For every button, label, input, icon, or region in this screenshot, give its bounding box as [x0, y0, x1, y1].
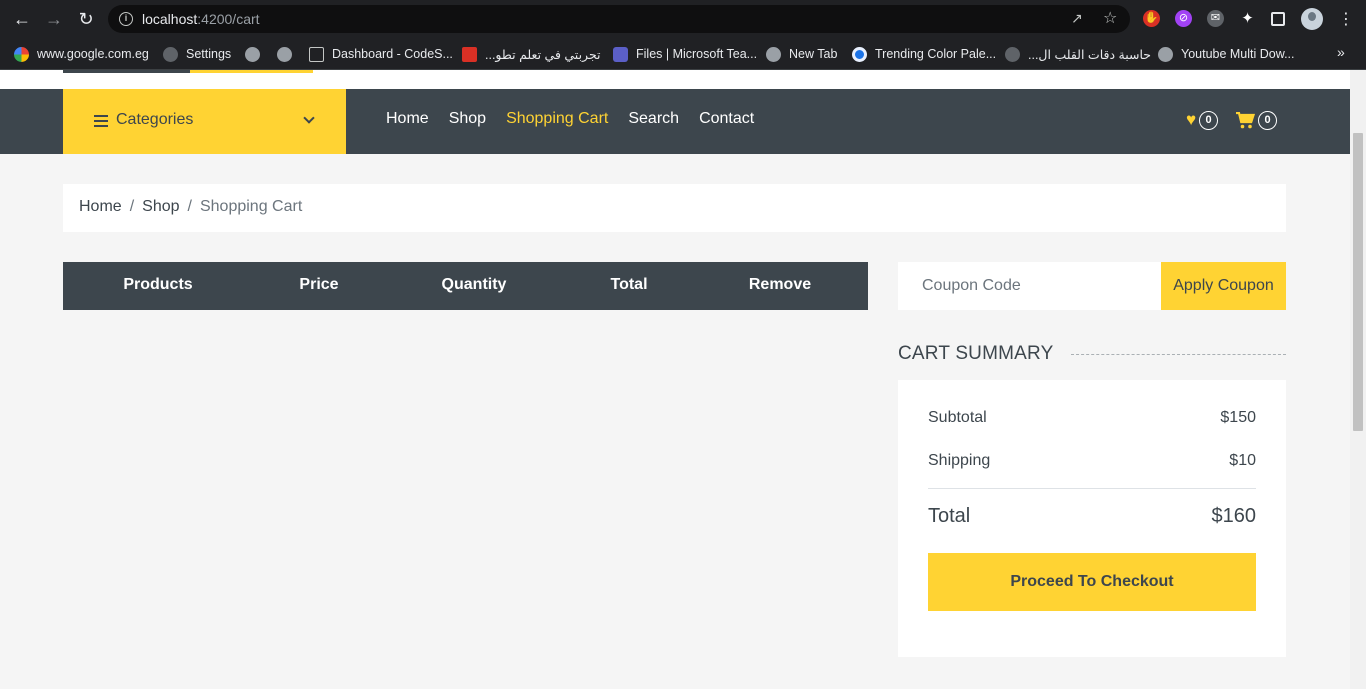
chevron-down-icon: [303, 112, 315, 124]
subtotal-label: Subtotal: [928, 409, 987, 426]
nav-icons: ♥ 0 0: [1186, 110, 1278, 130]
bookmark-item[interactable]: Files | Microsoft Tea...: [613, 44, 757, 64]
column-header-products: Products: [123, 276, 193, 293]
shipping-row: Shipping $10: [928, 452, 1256, 470]
proceed-to-checkout-button[interactable]: Proceed To Checkout: [928, 553, 1256, 611]
page-scrollbar[interactable]: [1350, 70, 1366, 689]
wishlist-button[interactable]: ♥ 0: [1186, 110, 1219, 130]
wishlist-count-badge: 0: [1199, 110, 1219, 130]
summary-divider: [928, 488, 1256, 489]
column-header-price: Price: [299, 276, 339, 293]
more-bookmarks-icon[interactable]: »: [1337, 44, 1345, 60]
total-row: Total $160: [928, 505, 1256, 528]
coupon-form: Apply Coupon: [898, 262, 1286, 310]
subtotal-value: $150: [1220, 409, 1256, 426]
globe-icon: [766, 46, 781, 62]
bookmark-red-icon: [462, 46, 477, 62]
extension-stop-icon[interactable]: ✋: [1143, 10, 1160, 27]
bookmarks-bar: www.google.com.eg Settings Dashboard - C…: [0, 38, 1366, 70]
back-arrow-icon[interactable]: ←: [12, 9, 32, 29]
strip-dark-segment: [63, 70, 190, 73]
teams-icon: [613, 46, 628, 62]
nav-links: Home Shop Shopping Cart Search Contact: [386, 110, 754, 128]
breadcrumb-current: Shopping Cart: [199, 198, 303, 215]
top-strip: [0, 70, 1350, 89]
shipping-label: Shipping: [928, 452, 991, 469]
nav-link-search[interactable]: Search: [628, 110, 679, 128]
bookmark-item[interactable]: Trending Color Pale...: [852, 44, 996, 64]
breadcrumb-home[interactable]: Home: [79, 198, 122, 218]
side-panel-icon[interactable]: [1271, 12, 1285, 26]
scrollbar-thumb[interactable]: [1353, 133, 1363, 431]
main-navbar: Categories Home Shop Shopping Cart Searc…: [0, 89, 1350, 154]
bookmark-item[interactable]: [245, 44, 260, 64]
heading-divider: [1070, 353, 1286, 355]
categories-dropdown[interactable]: Categories: [63, 89, 346, 154]
breadcrumb-shop[interactable]: Shop: [142, 198, 179, 218]
browser-toolbar: ← → ↻ i localhost:4200/cart ↗ ☆ ✋ ⊘ ✉ ✦ …: [0, 0, 1366, 38]
shopping-cart-icon: [1236, 111, 1256, 128]
extension-block-icon[interactable]: ⊘: [1175, 10, 1192, 27]
strip-accent-segment: [190, 70, 313, 73]
subtotal-row: Subtotal $150: [928, 409, 1256, 427]
extensions-puzzle-icon[interactable]: ✦: [1239, 10, 1256, 27]
bookmark-item[interactable]: Settings: [163, 44, 231, 64]
apply-coupon-button[interactable]: Apply Coupon: [1161, 262, 1286, 310]
column-header-quantity: Quantity: [441, 276, 507, 293]
page-icon: [309, 46, 324, 62]
cart-summary-heading: CART SUMMARY: [898, 342, 1286, 366]
bookmark-item[interactable]: New Tab: [766, 44, 837, 64]
bookmark-item[interactable]: حاسبة دقات القلب ال...: [1005, 44, 1151, 64]
browser-menu-icon[interactable]: ⋮: [1338, 9, 1354, 29]
bookmark-item[interactable]: تجربتي في تعلم تطو...: [462, 44, 601, 64]
heart-icon: ♥: [1186, 110, 1197, 129]
palette-icon: [852, 46, 867, 62]
breadcrumb-separator: /: [129, 198, 135, 215]
bookmark-item[interactable]: Youtube Multi Dow...: [1158, 44, 1295, 64]
hamburger-icon: [94, 115, 108, 127]
categories-label: Categories: [116, 111, 194, 128]
total-value: $160: [1211, 505, 1257, 527]
site-info-icon[interactable]: i: [119, 12, 133, 26]
coupon-code-input[interactable]: [898, 262, 1161, 310]
cart-summary-box: Subtotal $150 Shipping $10 Total $160 Pr…: [898, 380, 1286, 657]
url-text[interactable]: localhost:4200/cart: [142, 11, 260, 27]
nav-link-shop[interactable]: Shop: [449, 110, 486, 128]
forward-arrow-icon[interactable]: →: [44, 9, 64, 29]
google-icon: [14, 46, 29, 62]
nav-link-home[interactable]: Home: [386, 110, 429, 128]
gear-icon: [163, 46, 178, 62]
globe-icon: [1158, 46, 1173, 62]
shipping-value: $10: [1229, 452, 1256, 469]
extension-mail-icon[interactable]: ✉: [1207, 10, 1224, 27]
nav-link-contact[interactable]: Contact: [699, 110, 754, 128]
heart-icon: [1005, 46, 1020, 62]
bookmark-item[interactable]: [277, 44, 292, 64]
column-header-total: Total: [610, 276, 648, 293]
address-bar[interactable]: i localhost:4200/cart ↗ ☆: [108, 5, 1130, 33]
cart-summary-title: CART SUMMARY: [898, 343, 1054, 364]
breadcrumb-separator: /: [187, 198, 192, 215]
bookmark-star-icon[interactable]: ☆: [1103, 8, 1117, 28]
cart-count-badge: 0: [1258, 110, 1278, 130]
column-header-remove: Remove: [748, 276, 812, 293]
breadcrumb: Home / Shop / Shopping Cart: [63, 184, 1286, 232]
globe-icon: [245, 46, 260, 62]
reload-icon[interactable]: ↻: [76, 9, 96, 29]
share-icon[interactable]: ↗: [1071, 10, 1083, 27]
profile-avatar[interactable]: [1301, 8, 1323, 30]
total-label: Total: [928, 505, 971, 527]
nav-link-shopping-cart[interactable]: Shopping Cart: [506, 110, 608, 128]
bookmark-item[interactable]: Dashboard - CodeS...: [309, 44, 453, 64]
bookmark-item[interactable]: www.google.com.eg: [14, 44, 149, 64]
cart-button[interactable]: 0: [1236, 110, 1278, 130]
globe-icon: [277, 46, 292, 62]
cart-table-header: Products Price Quantity Total Remove: [63, 262, 868, 310]
page-content: Categories Home Shop Shopping Cart Searc…: [0, 70, 1350, 689]
